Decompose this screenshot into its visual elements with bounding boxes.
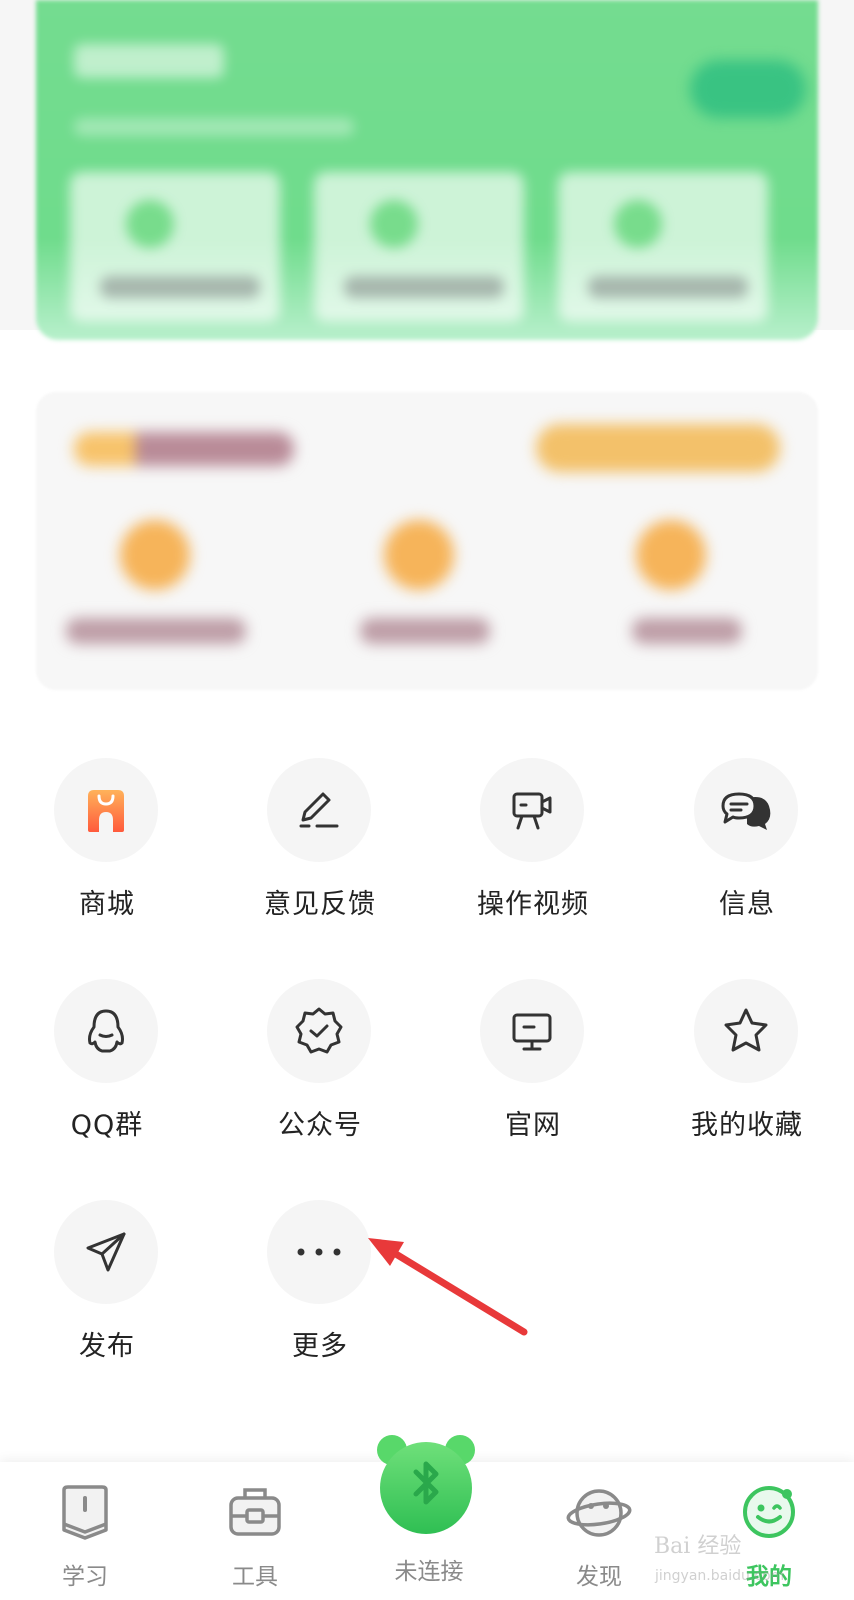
feedback-pen-icon xyxy=(267,758,371,862)
tab-tools-label: 工具 xyxy=(232,1564,278,1590)
monitor-icon xyxy=(480,979,584,1083)
grid-item-label: 我的收藏 xyxy=(691,1110,803,1141)
toolbox-icon xyxy=(229,1488,281,1536)
vip-benefit-card[interactable] xyxy=(558,172,768,322)
vip-subtitle-blurred xyxy=(74,118,354,136)
grid-item-messages[interactable]: 信息 xyxy=(640,758,854,958)
grid-item-label: 操作视频 xyxy=(477,889,589,920)
grid-item-official-account[interactable]: 公众号 xyxy=(213,979,427,1179)
grid-item-video[interactable]: 操作视频 xyxy=(426,758,640,958)
grid-item-label: 公众号 xyxy=(278,1110,362,1141)
badge-check-icon xyxy=(267,979,371,1083)
service-item-blurred[interactable] xyxy=(572,520,772,660)
qq-penguin-icon xyxy=(54,979,158,1083)
service-item-blurred[interactable] xyxy=(56,520,256,660)
grid-item-label: QQ群 xyxy=(70,1110,144,1141)
baidu-watermark: Bai 经验 xyxy=(654,1534,742,1559)
grid-item-label: 信息 xyxy=(719,889,775,920)
smiley-face-icon xyxy=(743,1486,795,1538)
bluetooth-connect-button[interactable] xyxy=(376,1432,476,1542)
tab-study-label: 学习 xyxy=(62,1564,108,1590)
more-dots-icon xyxy=(267,1200,371,1304)
planet-icon xyxy=(566,1489,632,1537)
service-item-blurred[interactable] xyxy=(320,520,520,660)
grid-item-shop[interactable]: 商城 xyxy=(0,758,214,958)
grid-item-label: 发布 xyxy=(79,1331,135,1362)
vip-title-blurred xyxy=(74,44,224,78)
service-card-button-blurred[interactable] xyxy=(536,424,780,472)
vip-benefit-card[interactable] xyxy=(314,172,524,322)
grid-item-favorites[interactable]: 我的收藏 xyxy=(640,979,854,1179)
book-icon xyxy=(62,1485,108,1540)
tab-study[interactable]: 学习 xyxy=(0,1462,170,1600)
baidu-watermark-url: jingyan.baidu.com xyxy=(655,1568,785,1584)
grid-item-label: 官网 xyxy=(505,1110,561,1141)
tab-connect-label: 未连接 xyxy=(394,1559,464,1585)
grid-item-label: 商城 xyxy=(79,889,135,920)
video-camera-icon xyxy=(480,758,584,862)
paper-plane-icon xyxy=(54,1200,158,1304)
chat-bubbles-icon xyxy=(694,758,798,862)
grid-item-website[interactable]: 官网 xyxy=(426,979,640,1179)
grid-item-label: 意见反馈 xyxy=(264,889,376,920)
grid-item-qq-group[interactable]: QQ群 xyxy=(0,979,214,1179)
vip-open-button-blurred[interactable] xyxy=(690,60,806,118)
vip-benefit-card[interactable] xyxy=(70,172,280,322)
star-icon xyxy=(694,979,798,1083)
service-card-title-blurred xyxy=(74,432,294,466)
tab-tools[interactable]: 工具 xyxy=(170,1462,340,1600)
annotation-arrow-icon xyxy=(368,1238,528,1336)
grid-item-publish[interactable]: 发布 xyxy=(0,1200,214,1400)
shop-bag-icon xyxy=(54,758,158,862)
grid-item-feedback[interactable]: 意见反馈 xyxy=(213,758,427,958)
